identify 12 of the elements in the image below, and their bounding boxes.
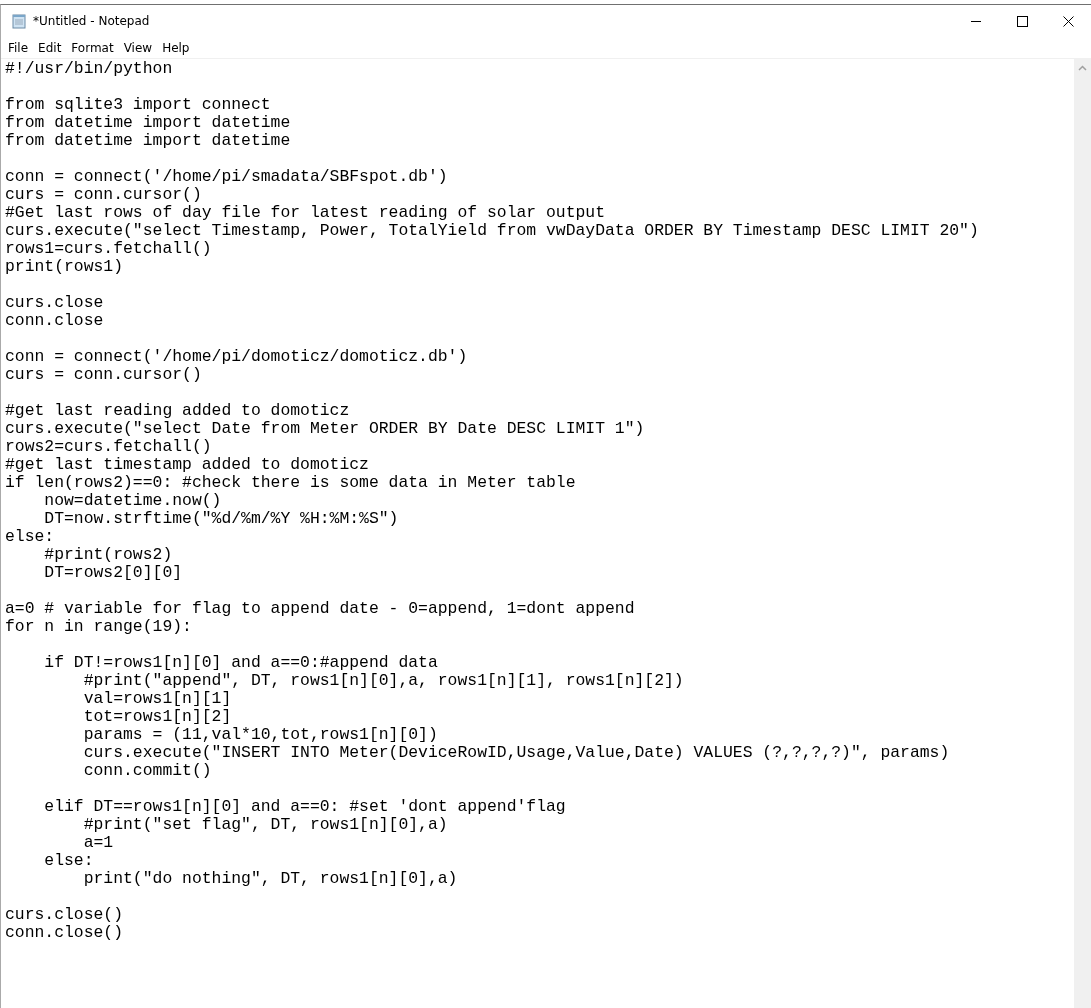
menu-item[interactable]: File bbox=[3, 38, 34, 57]
code-text[interactable]: #!/usr/bin/python from sqlite3 import connect from datetime import datetime from datetime import datetime conn = connect('/home/pi/smadata/SBFspot.db') curs = conn.cursor() #Get last rows of day file for latest reading of solar output curs.execute("select Timestamp, Power, TotalYield from vwDayData ORDER BY Timestamp DESC LIMIT 20") rows1=curs.fetchall() print(rows1) curs.close conn.close conn = connect('/home/pi/domoticz/domoticz.db') curs = conn.cursor() #get last reading added to domoticz curs.execute("select Date from Meter ORDER BY Date DESC LIMIT 1") rows2=curs.fetchall() #get last timestamp added to domoticz if len(rows2)==0: #check there is some data in Meter table now=datetime.now() DT=now.strftime("%d/%m/%Y %H:%M:%S") else: #print(rows2) DT=rows2[0][0] a=0 # variable for flag to append date - 0=append, 1=dont append for n in range(19): if DT!=rows1[n][0] and a==0:#append data #print("append", DT, rows1[n][0],a, rows1[n][1], rows1[n][2]) val=rows1[n][1] tot=rows1[n][2] params = (11,val*10,tot,rows1[n][0]) curs.execute("INSERT INTO Meter(DeviceRowID,Usage,Value,Date) VALUES (?,?,?,?)", params) conn.commit() elif DT==rows1[n][0] and a==0: #set 'dont append'flag #print("set flag", DT, rows1[n][0],a) a=1 else: print("do nothing", DT, rows1[n][0],a) curs.close() conn.close() bbox=[1, 59, 1074, 1008]
menu-item[interactable]: View bbox=[118, 38, 158, 57]
menu-item[interactable]: Format bbox=[66, 38, 119, 57]
menu-item[interactable]: Help bbox=[157, 38, 195, 57]
scrollbar[interactable] bbox=[1074, 59, 1091, 1008]
notepad-icon bbox=[11, 13, 27, 29]
menu-item[interactable]: Edit bbox=[33, 38, 67, 57]
close-icon bbox=[1062, 15, 1074, 27]
maximize-icon bbox=[1016, 15, 1028, 27]
window-title: *Untitled - Notepad bbox=[33, 13, 150, 30]
scroll-up-icon[interactable] bbox=[1078, 65, 1087, 71]
